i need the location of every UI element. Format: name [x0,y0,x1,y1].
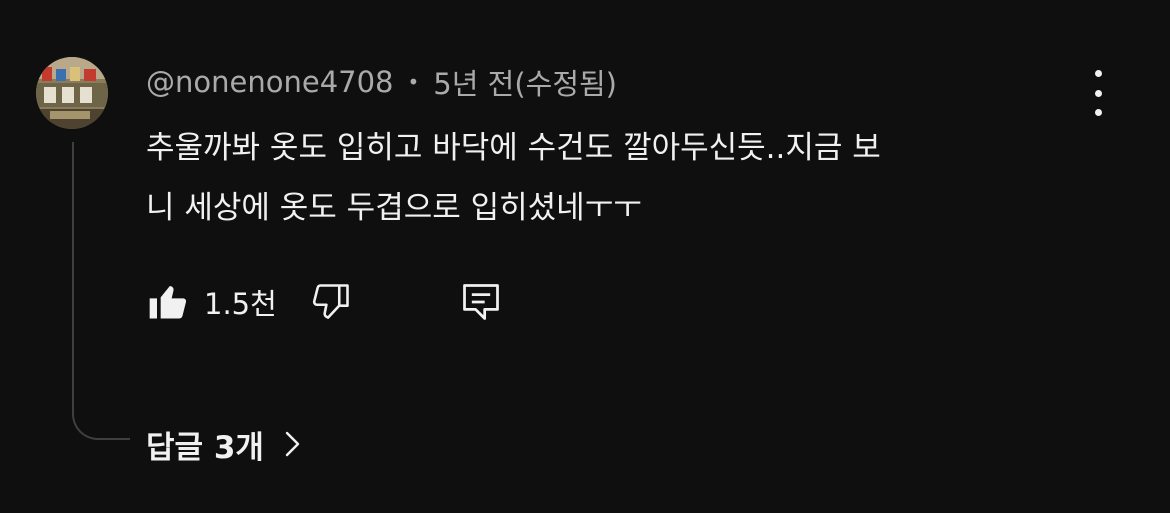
more-vert-icon-dot [1094,70,1102,77]
comment-text: 추울까봐 옷도 입히고 바닥에 수건도 깔아두신듯..지금 보 니 세상에 옷도… [146,118,1106,238]
comment-text-line: 추울까봐 옷도 입히고 바닥에 수건도 깔아두신듯..지금 보 [146,130,881,166]
more-vert-icon-dot [1094,89,1102,97]
comment-timestamp[interactable]: 5년 전(수정됨) [433,61,617,103]
more-options-button[interactable] [1082,70,1114,116]
author-name[interactable]: @nonenone4708 [146,65,394,99]
avatar-photo [36,57,108,129]
avatar[interactable] [36,57,108,129]
dislike-button[interactable] [309,280,353,324]
comment-meta: @nonenone4708 • 5년 전(수정됨) [146,60,617,104]
thumb-up-icon [149,286,187,319]
more-vert-icon-dot [1094,109,1102,116]
comment-reply-icon [462,284,499,320]
meta-separator: • [407,70,420,94]
comment-text-line: 니 세상에 옷도 두겹으로 입히셨네ㅜㅜ [146,190,642,226]
chevron-right-icon [284,429,302,459]
comment-actions: 1.5천 [146,276,503,328]
reply-button[interactable] [459,280,503,324]
like-count: 1.5천 [204,287,277,321]
thumb-down-icon [312,284,349,319]
thread-connector-line [72,142,130,440]
replies-label: 답글 3개 [146,429,264,466]
like-button[interactable] [146,280,190,324]
view-replies-button[interactable]: 답글 3개 [146,418,302,470]
